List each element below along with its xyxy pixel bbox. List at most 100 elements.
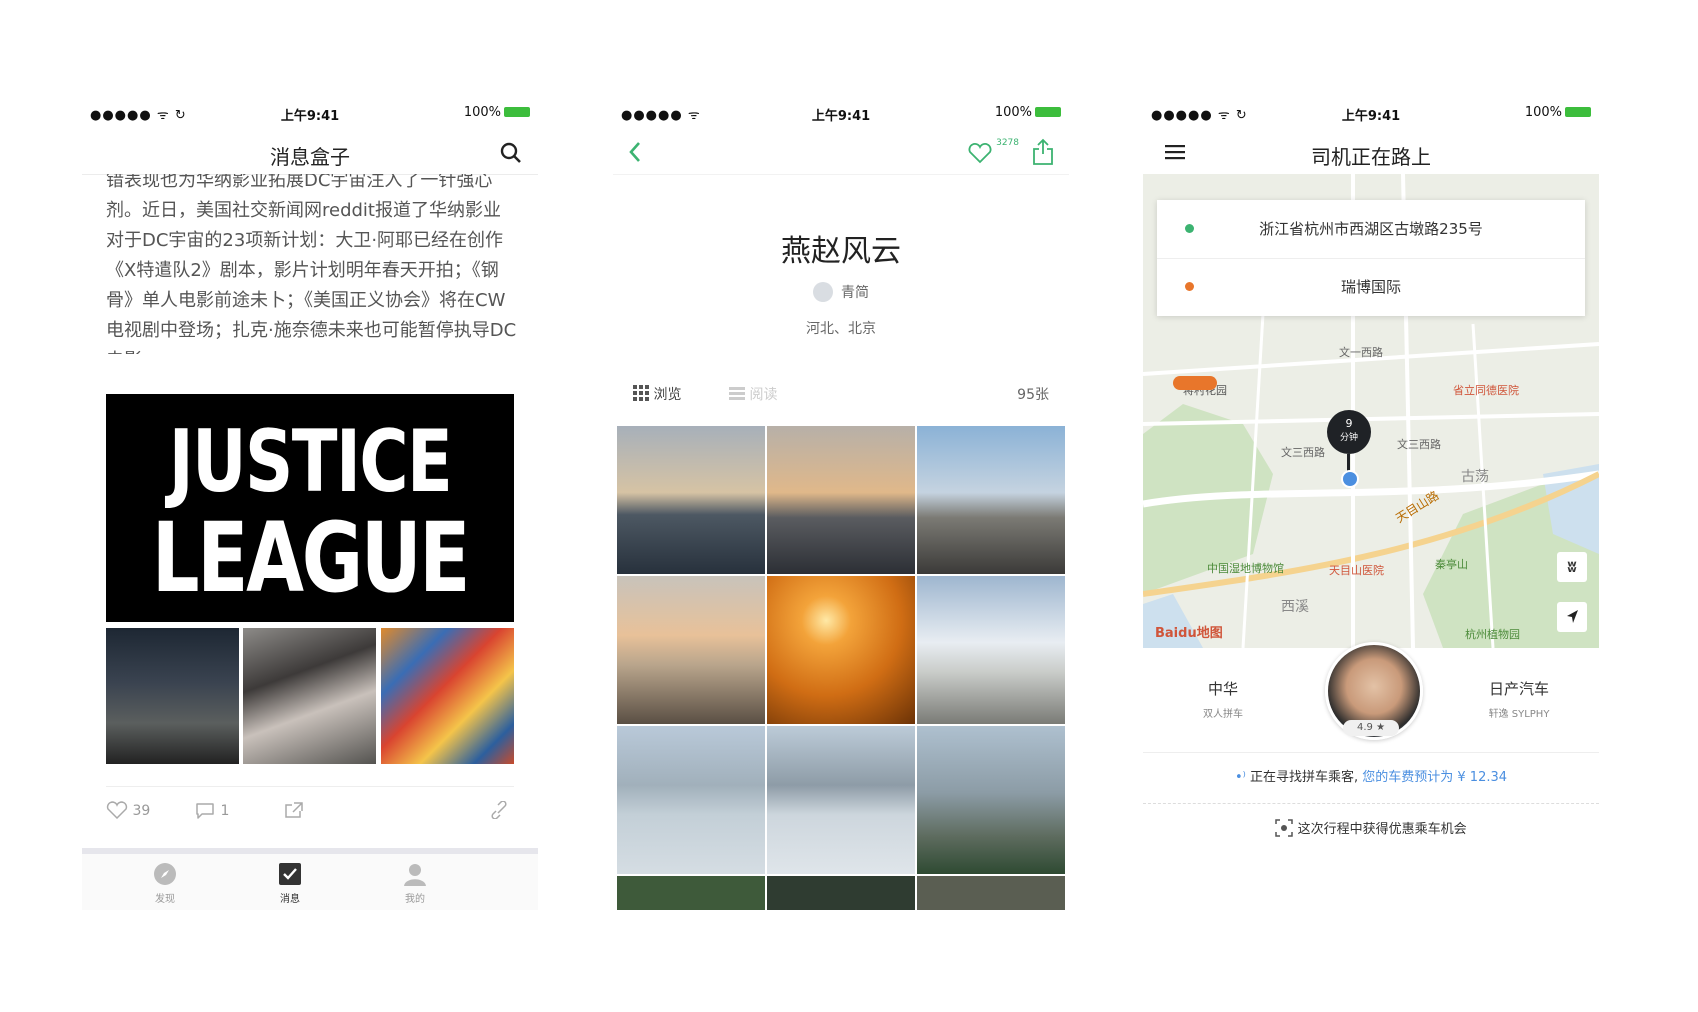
comment-count: 1 <box>220 803 230 819</box>
share-icon[interactable] <box>1031 138 1055 166</box>
checkbox-icon <box>279 863 301 885</box>
map-label: 省立同德医院 <box>1453 384 1519 397</box>
photo-thumbnail[interactable] <box>917 426 1065 574</box>
search-icon[interactable] <box>500 142 522 164</box>
share-icon[interactable] <box>284 801 304 819</box>
tab-label: 阅读 <box>749 387 778 403</box>
tab-bar: 发现 消息 我的 <box>82 848 538 910</box>
car-brand: 日产汽车 <box>1488 680 1549 698</box>
origin-row[interactable]: 浙江省杭州市西湖区古墩路235号 <box>1157 200 1585 259</box>
photo-thumbnail[interactable] <box>917 576 1065 724</box>
link-icon[interactable] <box>490 801 510 819</box>
nav-bar: 司机正在路上 <box>1143 130 1599 175</box>
tab-read[interactable]: 阅读 <box>729 384 777 404</box>
tab-me[interactable]: 我的 <box>385 862 445 905</box>
fare-text[interactable]: 您的车费预计为 ¥ 12.34 <box>1362 770 1507 785</box>
page-title: 消息盒子 <box>270 145 350 169</box>
tab-label: 浏览 <box>653 387 682 403</box>
eta-number: 9 <box>1345 417 1353 430</box>
thumbnail-image[interactable] <box>243 628 376 764</box>
phone-ride: ●●●●● ᯤ ↻ 上午9:41 100% 司机正在路上 文一西路 文三西路 文… <box>1143 96 1599 910</box>
scan-icon <box>1275 819 1294 837</box>
map-label: 天目山医院 <box>1329 564 1384 577</box>
status-bar: ●●●●● ᯤ ↻ 上午9:41 100% <box>82 96 538 130</box>
status-battery-text: 100% <box>1524 105 1562 120</box>
author[interactable]: 青简 <box>613 282 1069 302</box>
page-title: 司机正在路上 <box>1311 145 1431 169</box>
map-label: 秦亭山 <box>1435 558 1468 571</box>
driver-card: 中华 双人拼车 4.9 ★ 日产汽车 轩逸 SYLPHY <box>1143 642 1599 752</box>
comment-icon <box>196 803 214 819</box>
eta-marker: 9 分钟 <box>1327 410 1371 454</box>
author-name: 青简 <box>841 285 869 301</box>
image-title-line1: JUSTICE <box>168 412 453 512</box>
photo-thumbnail[interactable] <box>617 576 765 724</box>
heart-icon[interactable] <box>967 142 993 164</box>
view-switcher: 浏览 阅读 95张 <box>633 384 1049 408</box>
map-label: 古荡 <box>1461 469 1489 485</box>
car-sub: 双人拼车 <box>1203 709 1243 720</box>
tab-label: 发现 <box>155 894 175 905</box>
traffic-toggle-icon[interactable]: ʬ <box>1557 552 1587 582</box>
destination-row[interactable]: 瑞博国际 <box>1157 258 1585 316</box>
status-bar: ●●●●● ᯤ ↻ 上午9:41 100% <box>1143 96 1599 130</box>
back-arrow-icon[interactable] <box>627 140 643 164</box>
thumbnail-image[interactable] <box>106 628 239 764</box>
thumbnail-image[interactable] <box>381 628 514 764</box>
tab-messages[interactable]: 消息 <box>260 862 320 905</box>
like-count: 39 <box>132 803 151 819</box>
map-label: 文一西路 <box>1339 346 1383 359</box>
tab-label: 我的 <box>405 894 425 905</box>
tab-discover[interactable]: 发现 <box>135 862 195 905</box>
like-count: 3278 <box>996 138 1019 148</box>
image-title-line2: LEAGUE <box>151 502 471 614</box>
map-label: 西溪 <box>1281 599 1309 615</box>
loading-icon: •⁾ <box>1234 770 1246 785</box>
status-battery-text: 100% <box>463 105 501 120</box>
like-button[interactable]: 39 <box>106 801 151 820</box>
comment-button[interactable]: 1 <box>194 801 229 819</box>
justice-league-image[interactable]: JUSTICE LEAGUE <box>106 394 514 622</box>
user-icon <box>404 864 426 886</box>
nav-bar: 3278 <box>613 130 1069 175</box>
article-text: 错表现也为华纳影业拓展DC宇宙注入了一针强心剂。近日，美国社交新闻网reddit… <box>106 174 517 354</box>
rating-value: 4.9 <box>1356 722 1373 733</box>
tab-browse[interactable]: 浏览 <box>633 384 681 404</box>
origin-address: 浙江省杭州市西湖区古墩路235号 <box>1259 220 1483 238</box>
map-label: 中国湿地博物馆 <box>1207 562 1284 575</box>
photo-thumbnail[interactable] <box>767 576 915 724</box>
car-brand-sub: 轩逸 SYLPHY <box>1488 709 1550 720</box>
map-label: 文三西路 <box>1397 438 1441 451</box>
car-model: 中华 <box>1207 680 1238 698</box>
avatar <box>813 282 833 302</box>
battery-icon <box>1565 107 1591 117</box>
grid-icon <box>633 385 649 401</box>
nav-bar: 消息盒子 <box>82 130 538 175</box>
photo-thumbnail[interactable] <box>917 726 1065 874</box>
car-info: 日产汽车 轩逸 SYLPHY <box>1449 678 1589 720</box>
driver-rating: 4.9 ★ <box>1343 720 1399 736</box>
photo-thumbnail[interactable] <box>767 426 915 574</box>
route-card: 浙江省杭州市西湖区古墩路235号 瑞博国际 <box>1157 200 1585 316</box>
map-label: 文三西路 <box>1281 446 1325 459</box>
locate-button[interactable] <box>1557 602 1587 632</box>
heart-icon <box>106 801 128 820</box>
battery-icon <box>504 107 530 117</box>
phone-messages: ●●●●● ᯤ ↻ 上午9:41 100% 消息盒子 错表现也为华纳影业拓展DC… <box>82 96 538 910</box>
list-icon <box>729 387 745 400</box>
photo-thumbnail[interactable] <box>617 876 765 910</box>
map-brand-logo: Baidu地图 <box>1155 626 1223 641</box>
photo-thumbnail[interactable] <box>617 426 765 574</box>
image-thumbnails <box>106 628 514 764</box>
article-body: 错表现也为华纳影业拓展DC宇宙注入了一针强心剂。近日，美国社交新闻网reddit… <box>106 174 518 354</box>
photo-thumbnail[interactable] <box>767 876 915 910</box>
photo-thumbnail[interactable] <box>617 726 765 874</box>
promo-banner[interactable]: 这次行程中获得优惠乘车机会 <box>1143 802 1599 852</box>
photo-thumbnail[interactable] <box>767 726 915 874</box>
album-title: 燕赵风云 <box>781 234 901 269</box>
map-view[interactable]: 文一西路 文三西路 文三西路 天目山路 古荡 西溪 蒋村花园 省立同德医院 中国… <box>1143 174 1599 648</box>
photo-thumbnail[interactable] <box>917 876 1065 910</box>
promo-text: 这次行程中获得优惠乘车机会 <box>1297 822 1467 837</box>
status-bar: ●●●●● ᯤ 上午9:41 100% <box>613 96 1069 130</box>
phone-album: ●●●●● ᯤ 上午9:41 100% 3278 燕赵风云 青简 河北、北京 浏… <box>613 96 1069 910</box>
